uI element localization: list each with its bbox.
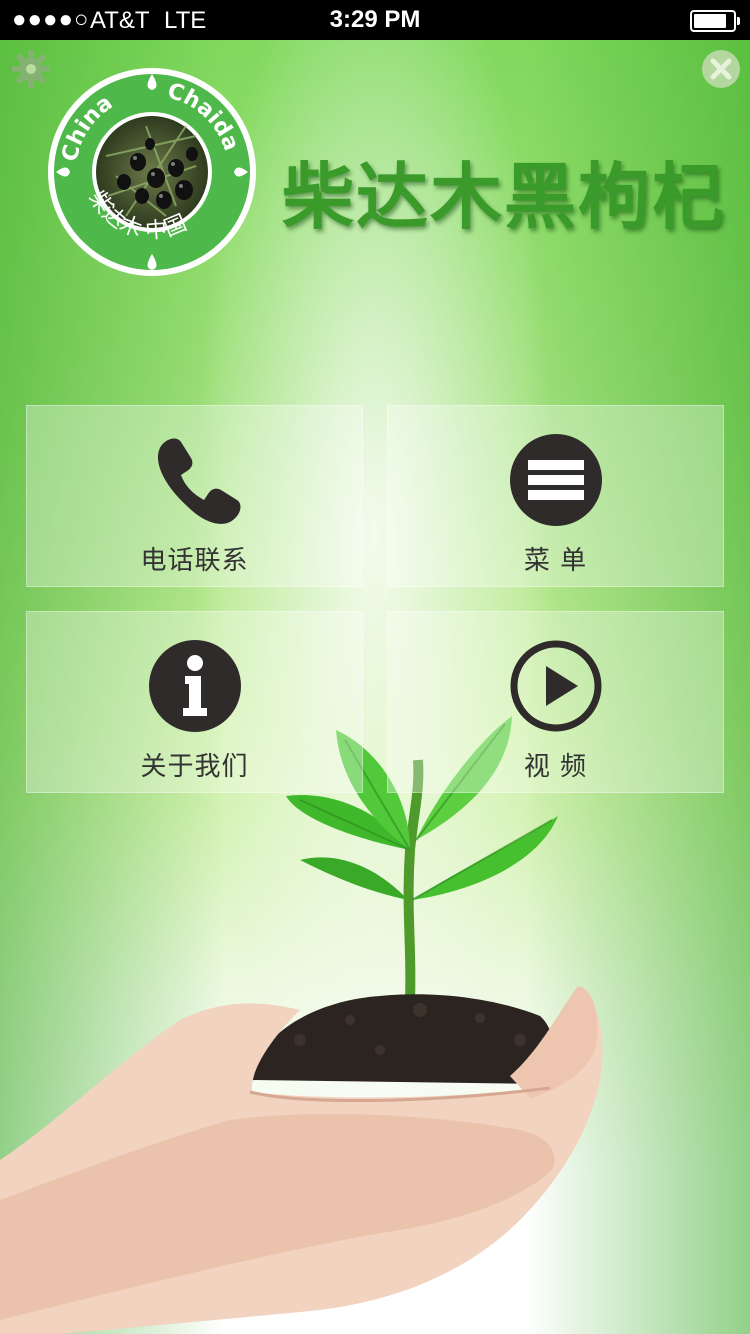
menu-button[interactable]: 菜 单	[387, 405, 724, 587]
phone-contact-button[interactable]: 电话联系	[26, 405, 363, 587]
info-icon	[148, 640, 241, 732]
gear-icon[interactable]	[10, 48, 52, 90]
video-button[interactable]: 视 频	[387, 611, 724, 793]
app-screen: ●●●●○ AT&T LTE 3:29 PM China Chaida 柴达木 …	[0, 0, 750, 1334]
hands-seedling-illustration	[0, 716, 603, 1334]
close-icon[interactable]	[700, 48, 742, 90]
tile-label-about: 关于我们	[140, 752, 249, 782]
menu-icon	[509, 434, 602, 526]
page-title: 柴达木黑枸杞	[282, 155, 727, 239]
tile-label-phone: 电话联系	[140, 546, 249, 576]
tile-label-menu: 菜 单	[523, 546, 588, 576]
status-bar: ●●●●○ AT&T LTE 3:29 PM	[0, 0, 750, 40]
brand-logo: China Chaida 柴达木 中国	[48, 68, 256, 276]
phone-icon	[157, 438, 240, 524]
play-icon	[510, 640, 601, 732]
battery-icon	[690, 10, 740, 32]
tile-label-video: 视 频	[523, 752, 588, 782]
about-us-button[interactable]: 关于我们	[26, 611, 363, 793]
clock: 3:29 PM	[329, 6, 421, 33]
